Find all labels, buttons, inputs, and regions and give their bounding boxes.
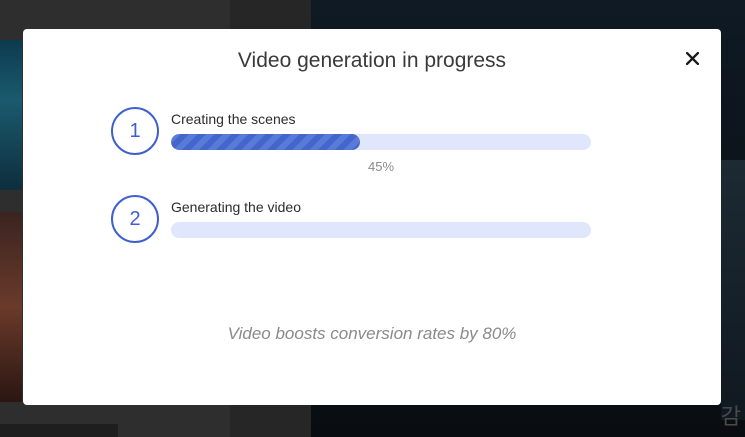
step-label: Generating the video xyxy=(171,199,301,215)
progress-bar-fill xyxy=(171,134,360,150)
progress-bar xyxy=(171,134,591,150)
step-label: Creating the scenes xyxy=(171,111,296,127)
step-number-badge: 2 xyxy=(111,195,159,243)
background-text: 감 xyxy=(720,405,741,430)
background-thumbnail xyxy=(0,40,22,190)
close-icon xyxy=(685,51,699,65)
modal-title: Video generation in progress xyxy=(237,49,507,72)
progress-percent: 45% xyxy=(367,159,395,174)
step-number-badge: 1 xyxy=(111,107,159,155)
tagline: Video boosts conversion rates by 80% xyxy=(227,324,517,343)
progress-modal: Video generation in progress 1 Creating … xyxy=(23,29,721,405)
step-creating-scenes: 1 Creating the scenes 45% xyxy=(111,107,591,174)
background-preview-edge xyxy=(721,160,745,420)
background-thumbnail xyxy=(0,212,22,402)
progress-bar xyxy=(171,222,591,238)
close-button[interactable] xyxy=(681,47,703,69)
background-thumbnail xyxy=(0,424,118,437)
step-generating-video: 2 Generating the video xyxy=(111,195,591,245)
